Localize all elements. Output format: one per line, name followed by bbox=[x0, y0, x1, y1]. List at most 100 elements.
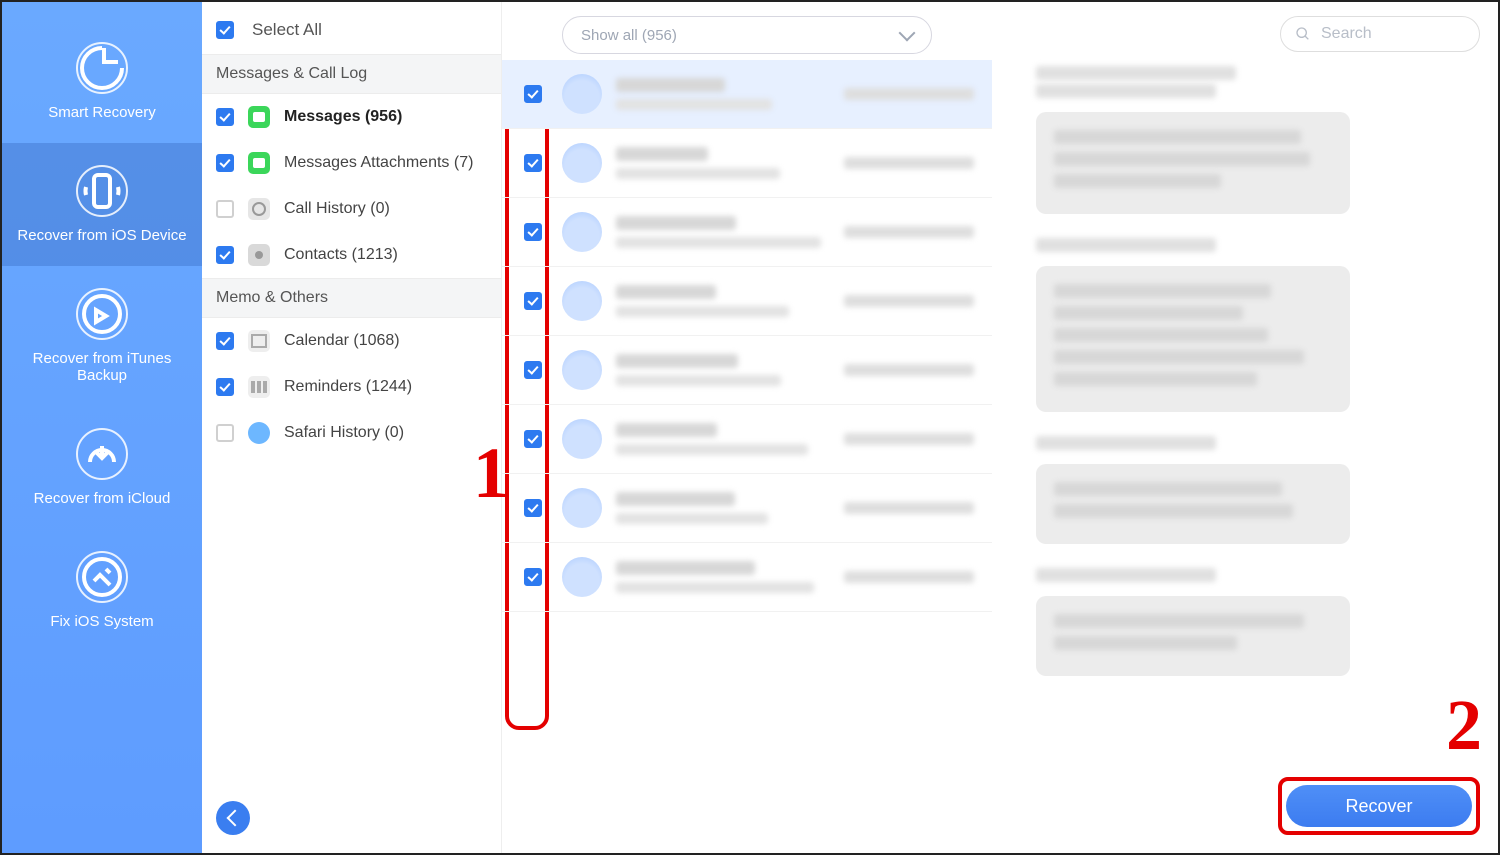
category-label: Reminders (1244) bbox=[284, 378, 412, 396]
message-list-pane: Show all (956) bbox=[502, 2, 992, 853]
message-row[interactable] bbox=[502, 336, 992, 405]
row-meta-blur bbox=[844, 226, 974, 238]
nav-label: Smart Recovery bbox=[8, 104, 196, 121]
row-meta-blur bbox=[844, 88, 974, 100]
row-checkbox[interactable] bbox=[524, 154, 542, 172]
att-icon bbox=[248, 152, 270, 174]
category-label: Messages (956) bbox=[284, 108, 402, 126]
call-icon bbox=[248, 198, 270, 220]
category-checkbox[interactable] bbox=[216, 154, 234, 172]
avatar-icon bbox=[562, 557, 602, 597]
message-bubble bbox=[1036, 596, 1350, 676]
row-text-blur bbox=[616, 423, 830, 455]
nav-icon bbox=[76, 288, 128, 340]
row-checkbox[interactable] bbox=[524, 85, 542, 103]
message-bubble bbox=[1036, 464, 1350, 544]
category-checkbox[interactable] bbox=[216, 424, 234, 442]
msg-icon bbox=[248, 106, 270, 128]
category-label: Call History (0) bbox=[284, 200, 390, 218]
nav-icon bbox=[76, 428, 128, 480]
message-row[interactable] bbox=[502, 198, 992, 267]
nav-label: Recover from iOS Device bbox=[8, 227, 196, 244]
nav-label: Fix iOS System bbox=[8, 613, 196, 630]
back-button[interactable] bbox=[216, 801, 250, 835]
row-text-blur bbox=[616, 354, 830, 386]
category-item[interactable]: Contacts (1213) bbox=[202, 232, 501, 278]
avatar-icon bbox=[562, 419, 602, 459]
main-nav: Smart Recovery Recover from iOS Device Rec… bbox=[2, 2, 202, 853]
category-item[interactable]: Messages (956) bbox=[202, 94, 501, 140]
category-item[interactable]: Calendar (1068) bbox=[202, 318, 501, 364]
category-item[interactable]: Call History (0) bbox=[202, 186, 501, 232]
category-label: Messages Attachments (7) bbox=[284, 154, 473, 172]
row-text-blur bbox=[616, 216, 830, 248]
message-row[interactable] bbox=[502, 267, 992, 336]
row-text-blur bbox=[616, 147, 830, 179]
message-row[interactable] bbox=[502, 405, 992, 474]
avatar-icon bbox=[562, 281, 602, 321]
nav-label: Recover from iCloud bbox=[8, 490, 196, 507]
row-text-blur bbox=[616, 78, 830, 110]
row-meta-blur bbox=[844, 157, 974, 169]
category-checkbox[interactable] bbox=[216, 246, 234, 264]
search-input[interactable]: Search bbox=[1280, 16, 1480, 52]
category-item[interactable]: Safari History (0) bbox=[202, 410, 501, 456]
message-row[interactable] bbox=[502, 129, 992, 198]
category-checkbox[interactable] bbox=[216, 378, 234, 396]
category-item[interactable]: Reminders (1244) bbox=[202, 364, 501, 410]
timestamp-blur bbox=[1036, 238, 1216, 252]
category-sidebar: Select All Messages & Call Log Messages (… bbox=[202, 2, 502, 853]
avatar-icon bbox=[562, 74, 602, 114]
message-row[interactable] bbox=[502, 474, 992, 543]
saf-icon bbox=[248, 422, 270, 444]
timestamp-blur bbox=[1036, 84, 1216, 98]
message-row[interactable] bbox=[502, 543, 992, 612]
nav-item-2[interactable]: Recover from iTunes Backup bbox=[2, 266, 202, 406]
select-all-checkbox[interactable] bbox=[216, 21, 234, 39]
timestamp-blur bbox=[1036, 436, 1216, 450]
category-label: Safari History (0) bbox=[284, 424, 404, 442]
row-meta-blur bbox=[844, 433, 974, 445]
nav-label: Recover from iTunes Backup bbox=[8, 350, 196, 384]
timestamp-blur bbox=[1036, 568, 1216, 582]
message-bubble bbox=[1036, 112, 1350, 214]
row-checkbox[interactable] bbox=[524, 292, 542, 310]
row-checkbox[interactable] bbox=[524, 430, 542, 448]
nav-item-0[interactable]: Smart Recovery bbox=[2, 20, 202, 143]
thread-header-blur bbox=[1036, 66, 1236, 80]
search-icon bbox=[1295, 26, 1311, 42]
avatar-icon bbox=[562, 488, 602, 528]
nav-item-1[interactable]: Recover from iOS Device bbox=[2, 143, 202, 266]
message-bubble bbox=[1036, 266, 1350, 412]
filter-dropdown[interactable]: Show all (956) bbox=[562, 16, 932, 54]
avatar-icon bbox=[562, 350, 602, 390]
nav-icon bbox=[76, 42, 128, 94]
category-label: Contacts (1213) bbox=[284, 246, 398, 264]
row-text-blur bbox=[616, 561, 830, 593]
nav-icon bbox=[76, 551, 128, 603]
row-checkbox[interactable] bbox=[524, 568, 542, 586]
nav-icon bbox=[76, 165, 128, 217]
category-group-header: Messages & Call Log bbox=[202, 54, 501, 94]
nav-item-4[interactable]: Fix iOS System bbox=[2, 529, 202, 652]
category-checkbox[interactable] bbox=[216, 200, 234, 218]
avatar-icon bbox=[562, 212, 602, 252]
category-checkbox[interactable] bbox=[216, 332, 234, 350]
rem-icon bbox=[248, 376, 270, 398]
category-group-header: Memo & Others bbox=[202, 278, 501, 318]
row-checkbox[interactable] bbox=[524, 499, 542, 517]
row-checkbox[interactable] bbox=[524, 223, 542, 241]
category-item[interactable]: Messages Attachments (7) bbox=[202, 140, 501, 186]
avatar-icon bbox=[562, 143, 602, 183]
nav-item-3[interactable]: Recover from iCloud bbox=[2, 406, 202, 529]
message-row[interactable] bbox=[502, 60, 992, 129]
row-meta-blur bbox=[844, 502, 974, 514]
row-checkbox[interactable] bbox=[524, 361, 542, 379]
recover-button[interactable]: Recover bbox=[1286, 785, 1472, 827]
category-checkbox[interactable] bbox=[216, 108, 234, 126]
row-text-blur bbox=[616, 492, 830, 524]
cal-icon bbox=[248, 330, 270, 352]
row-text-blur bbox=[616, 285, 830, 317]
row-meta-blur bbox=[844, 295, 974, 307]
select-all-label: Select All bbox=[252, 20, 322, 40]
